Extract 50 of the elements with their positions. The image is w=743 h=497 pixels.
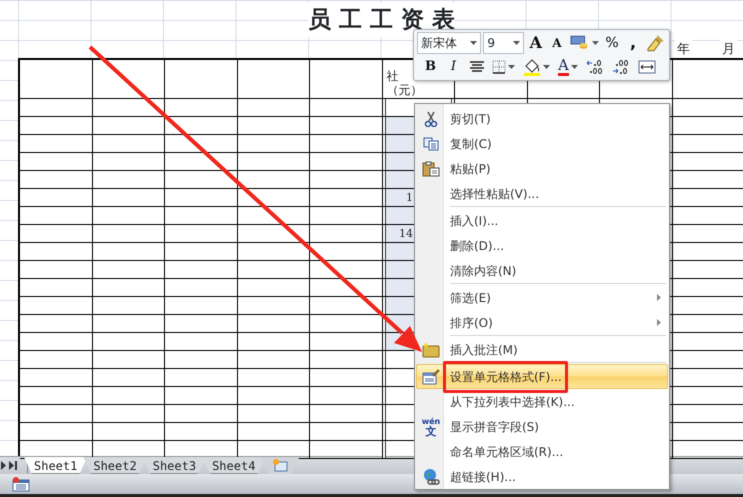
globe-link-icon [422, 468, 440, 486]
note-icon [422, 342, 440, 358]
font-name-field[interactable]: 新宋体 [417, 32, 482, 54]
date-label: 月 [720, 40, 737, 58]
merge-center-icon [638, 60, 656, 74]
caret-icon [592, 41, 599, 45]
pinyin-icon: wén 文 [422, 416, 440, 436]
format-cells-icon [422, 368, 440, 384]
grow-font-button[interactable]: A [526, 32, 546, 54]
caret-icon [513, 41, 520, 45]
caret-icon [508, 65, 515, 69]
sheet-tab[interactable]: Sheet4 [202, 457, 266, 474]
increase-decimal-icon [586, 59, 604, 75]
borders-icon [492, 60, 506, 74]
insert-sheet-icon[interactable] [272, 459, 288, 472]
menu-item[interactable]: 复制(C) [416, 131, 668, 156]
sheet-icon[interactable] [12, 476, 30, 492]
menu-item[interactable]: 命名单元格区域(R)... [416, 439, 668, 464]
caret-icon [543, 65, 550, 69]
caret-icon [570, 65, 578, 69]
date-label: 年 [675, 40, 692, 58]
submenu-arrow-icon [657, 319, 661, 326]
paintbrush-icon [646, 34, 664, 52]
last-sheet-icon[interactable] [9, 461, 18, 470]
scissors-icon [424, 110, 438, 126]
menu-item[interactable]: 插入批注(M) [416, 337, 668, 362]
next-sheet-icon[interactable] [1, 461, 7, 470]
caret-icon [470, 41, 478, 45]
font-color-button[interactable]: A [556, 56, 580, 78]
menu-item[interactable]: 排序(O) [416, 310, 668, 335]
menu-item[interactable]: 从下拉列表中选择(K)... [416, 389, 668, 414]
menu-item[interactable]: 粘贴(P) [416, 156, 668, 181]
menu-item[interactable]: 剪切(T) [416, 106, 668, 131]
menu-item[interactable]: 超链接(H)... [416, 464, 668, 489]
paint-bucket-icon [523, 58, 541, 76]
clipboard-icon [422, 160, 440, 176]
menu-item[interactable]: 清除内容(N) [416, 258, 668, 283]
percent-button[interactable]: % [602, 32, 622, 54]
submenu-arrow-icon [657, 294, 661, 301]
menu-item[interactable]: 筛选(E) [416, 285, 668, 310]
font-size-field[interactable]: 9 [483, 32, 524, 54]
sheet-title: 员 工 工 资 表 [308, 2, 456, 38]
align-center-icon [470, 61, 484, 73]
sheet-tab[interactable]: Sheet2 [83, 457, 147, 474]
money-icon [570, 35, 590, 51]
shrink-font-button[interactable]: A [547, 32, 566, 54]
comma-style-button[interactable]: , [624, 32, 643, 54]
copy-icon [423, 136, 439, 150]
decrease-decimal-icon [612, 59, 630, 75]
sheet-tab[interactable]: Sheet1 [24, 457, 88, 474]
